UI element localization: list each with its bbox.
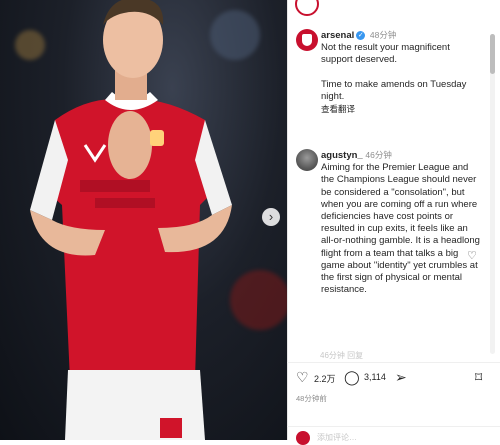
avatar[interactable] <box>296 149 318 171</box>
add-comment-input[interactable]: 添加评论… <box>317 432 357 443</box>
comment-meta: 46分钟 回复 <box>320 351 364 360</box>
action-bar: ♡ 2.2万 ◯ 3,114 ➢ ⌑ <box>287 362 500 393</box>
post-photo[interactable]: › <box>0 0 287 440</box>
scrollbar-thumb[interactable] <box>490 34 495 74</box>
player-image <box>30 0 232 440</box>
scrollbar[interactable] <box>490 34 495 354</box>
add-comment-bar[interactable]: 添加评论… <box>287 426 500 445</box>
comments-count: 3,114 <box>364 372 386 382</box>
heart-icon[interactable]: ♡ <box>467 249 477 262</box>
comment-text: Aiming for the Premier League and the Ch… <box>321 162 480 296</box>
post-timestamp: 48分钟前 <box>296 394 327 403</box>
comment-username[interactable]: arsenal <box>321 30 354 41</box>
heart-icon[interactable]: ♡ <box>296 369 309 386</box>
verified-badge-icon: ✓ <box>356 31 366 40</box>
comment-text: Not the result your magnificent support … <box>321 42 450 66</box>
comment-username[interactable]: agustyn_ <box>321 150 363 161</box>
bookmark-icon[interactable]: ⌑ <box>475 369 482 386</box>
avatar <box>296 431 310 445</box>
chevron-right-icon[interactable]: › <box>262 208 280 226</box>
comment-list: arsenal ✓ 48分钟 Not the result your magnif… <box>287 22 487 362</box>
comment-time: 46分钟 <box>365 150 392 160</box>
avatar[interactable] <box>296 29 318 51</box>
share-icon[interactable]: ➢ <box>395 369 407 386</box>
likes-count: 2.2万 <box>314 374 336 384</box>
translate-link[interactable]: 查看翻译 <box>321 104 355 114</box>
comment-icon[interactable]: ◯ <box>344 369 360 386</box>
comment-time: 48分钟 <box>369 30 397 40</box>
comment-text: Time to make amends on Tuesday night. <box>321 78 467 102</box>
